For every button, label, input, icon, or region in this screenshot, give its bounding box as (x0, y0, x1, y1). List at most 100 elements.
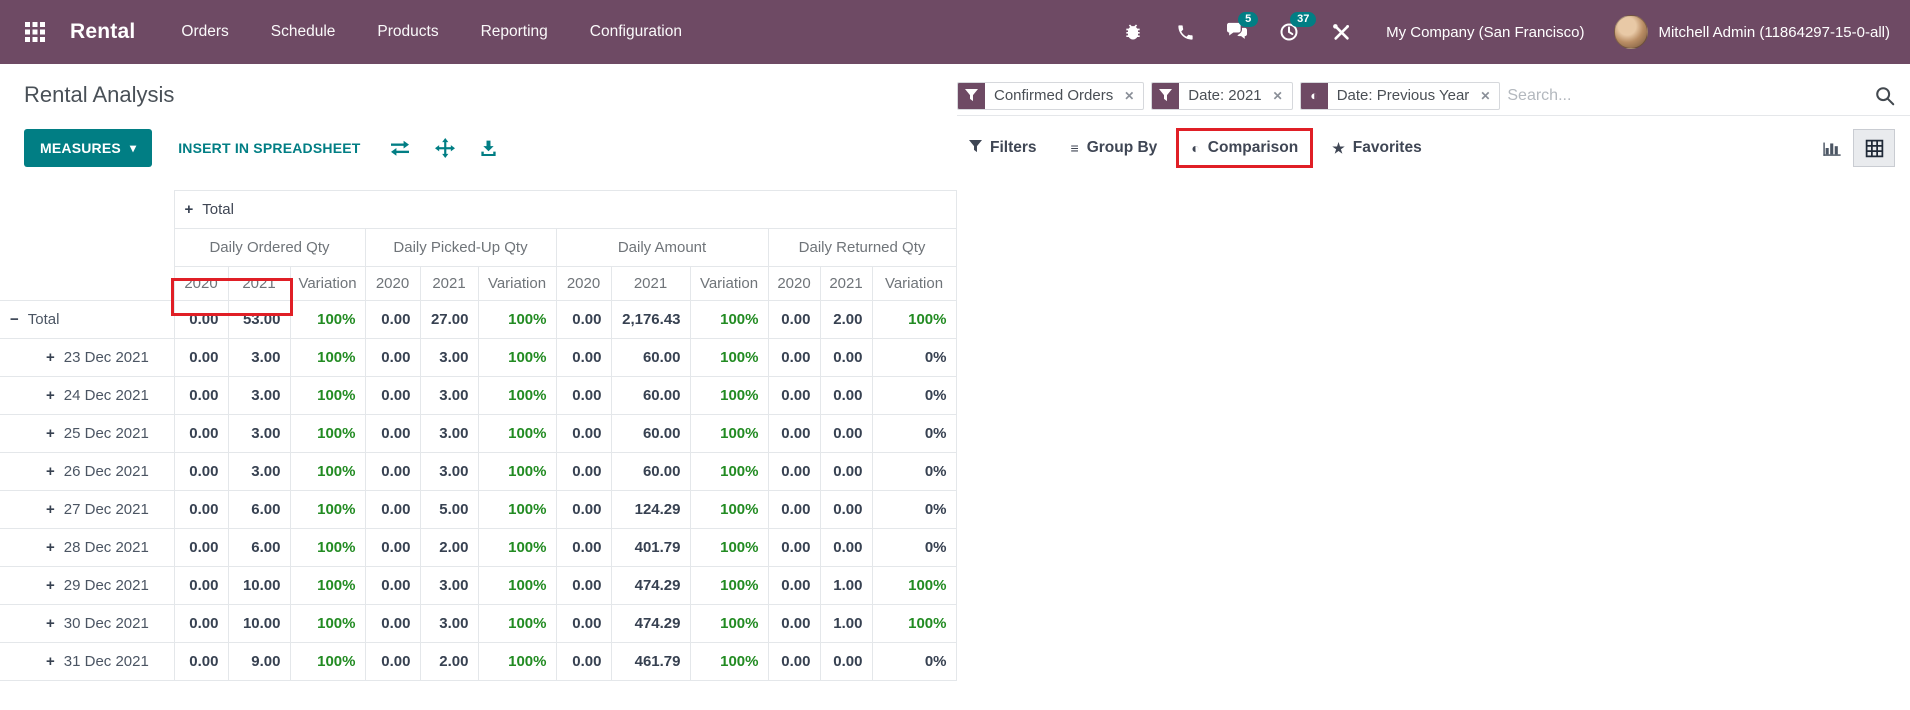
pivot-variation-cell[interactable]: 100% (290, 643, 365, 681)
pivot-value-cell[interactable]: 0.00 (174, 415, 228, 453)
pivot-value-cell[interactable]: 0.00 (365, 567, 420, 605)
pivot-variation-cell[interactable]: 100% (290, 567, 365, 605)
search-bar[interactable]: Confirmed Orders✕Date: 2021✕ ◐Date: Previ… (957, 76, 1910, 116)
pivot-value-cell[interactable]: 6.00 (228, 529, 290, 567)
pivot-variation-cell[interactable]: 0% (872, 529, 956, 567)
pivot-value-cell[interactable]: 3.00 (420, 415, 478, 453)
pivot-variation-cell[interactable]: 100% (690, 415, 768, 453)
pivot-measure-header-daily-returned-qty[interactable]: Daily Returned Qty (768, 229, 956, 267)
pivot-subcol-header-2020[interactable]: 2020 (174, 267, 228, 301)
pivot-variation-cell[interactable]: 100% (290, 415, 365, 453)
pivot-subcol-header-2020[interactable]: 2020 (768, 267, 820, 301)
pivot-value-cell[interactable]: 0.00 (365, 453, 420, 491)
pivot-variation-cell[interactable]: 100% (478, 301, 556, 339)
search-facet-date-previous-year[interactable]: ◐Date: Previous Year✕ (1300, 82, 1501, 110)
pivot-value-cell[interactable]: 9.00 (228, 643, 290, 681)
pivot-value-cell[interactable]: 0.00 (174, 453, 228, 491)
pivot-variation-cell[interactable]: 100% (290, 529, 365, 567)
nav-item-schedule[interactable]: Schedule (271, 23, 336, 41)
pivot-value-cell[interactable]: 0.00 (174, 567, 228, 605)
pivot-value-cell[interactable]: 0.00 (365, 339, 420, 377)
pivot-value-cell[interactable]: 0.00 (820, 643, 872, 681)
pivot-value-cell[interactable]: 0.00 (768, 605, 820, 643)
pivot-measure-header-daily-picked-up-qty[interactable]: Daily Picked-Up Qty (365, 229, 556, 267)
facet-remove-icon[interactable]: ✕ (1271, 83, 1292, 109)
insert-in-spreadsheet-button[interactable]: INSERT IN SPREADSHEET (178, 140, 360, 156)
pivot-view-button[interactable] (1853, 129, 1895, 167)
pivot-value-cell[interactable]: 0.00 (556, 377, 611, 415)
menu-favorites[interactable]: ★Favorites (1320, 132, 1433, 164)
pivot-variation-cell[interactable]: 100% (290, 301, 365, 339)
pivot-value-cell[interactable]: 0.00 (556, 567, 611, 605)
pivot-variation-cell[interactable]: 100% (690, 491, 768, 529)
pivot-value-cell[interactable]: 0.00 (556, 415, 611, 453)
nav-item-orders[interactable]: Orders (181, 23, 228, 41)
pivot-variation-cell[interactable]: 100% (290, 491, 365, 529)
pivot-value-cell[interactable]: 0.00 (556, 453, 611, 491)
pivot-subcol-header-2021[interactable]: 2021 (820, 267, 872, 301)
pivot-value-cell[interactable]: 3.00 (420, 453, 478, 491)
search-facet-confirmed-orders[interactable]: Confirmed Orders✕ (957, 82, 1144, 110)
facet-remove-icon[interactable]: ✕ (1478, 83, 1499, 109)
pivot-value-cell[interactable]: 0.00 (365, 377, 420, 415)
pivot-value-cell[interactable]: 0.00 (768, 415, 820, 453)
pivot-row-header[interactable]: +25 Dec 2021 (0, 415, 174, 453)
pivot-measure-header-daily-ordered-qty[interactable]: Daily Ordered Qty (174, 229, 365, 267)
pivot-variation-cell[interactable]: 100% (290, 339, 365, 377)
apps-grid-icon[interactable] (24, 19, 50, 45)
pivot-variation-cell[interactable]: 100% (478, 339, 556, 377)
pivot-row-header[interactable]: +30 Dec 2021 (0, 605, 174, 643)
pivot-variation-cell[interactable]: 100% (690, 453, 768, 491)
pivot-value-cell[interactable]: 53.00 (228, 301, 290, 339)
pivot-value-cell[interactable]: 0.00 (820, 377, 872, 415)
pivot-row-header[interactable]: +28 Dec 2021 (0, 529, 174, 567)
pivot-value-cell[interactable]: 0.00 (556, 301, 611, 339)
pivot-variation-cell[interactable]: 0% (872, 415, 956, 453)
pivot-value-cell[interactable]: 0.00 (768, 529, 820, 567)
pivot-row-header[interactable]: +24 Dec 2021 (0, 377, 174, 415)
pivot-value-cell[interactable]: 0.00 (768, 567, 820, 605)
download-icon[interactable] (479, 139, 498, 158)
flip-axis-icon[interactable] (389, 139, 411, 157)
pivot-variation-cell[interactable]: 100% (872, 567, 956, 605)
search-facet-date-2021[interactable]: Date: 2021✕ (1151, 82, 1292, 110)
pivot-value-cell[interactable]: 0.00 (820, 529, 872, 567)
pivot-variation-cell[interactable]: 100% (872, 605, 956, 643)
pivot-variation-cell[interactable]: 0% (872, 491, 956, 529)
pivot-value-cell[interactable]: 60.00 (611, 453, 690, 491)
pivot-value-cell[interactable]: 60.00 (611, 377, 690, 415)
pivot-value-cell[interactable]: 60.00 (611, 415, 690, 453)
nav-item-products[interactable]: Products (377, 23, 438, 41)
pivot-value-cell[interactable]: 0.00 (768, 491, 820, 529)
pivot-value-cell[interactable]: 0.00 (365, 301, 420, 339)
pivot-value-cell[interactable]: 0.00 (365, 605, 420, 643)
pivot-value-cell[interactable]: 124.29 (611, 491, 690, 529)
pivot-subcol-header-2021[interactable]: 2021 (228, 267, 290, 301)
pivot-value-cell[interactable]: 3.00 (420, 567, 478, 605)
pivot-value-cell[interactable]: 401.79 (611, 529, 690, 567)
menu-group-by[interactable]: ≡Group By (1059, 132, 1170, 164)
pivot-variation-cell[interactable]: 100% (478, 453, 556, 491)
pivot-value-cell[interactable]: 2.00 (820, 301, 872, 339)
pivot-variation-cell[interactable]: 100% (478, 567, 556, 605)
pivot-variation-cell[interactable]: 100% (478, 415, 556, 453)
pivot-value-cell[interactable]: 0.00 (768, 453, 820, 491)
pivot-variation-cell[interactable]: 100% (690, 301, 768, 339)
pivot-variation-cell[interactable]: 100% (690, 643, 768, 681)
pivot-value-cell[interactable]: 3.00 (420, 377, 478, 415)
pivot-value-cell[interactable]: 27.00 (420, 301, 478, 339)
company-switcher[interactable]: My Company (San Francisco) (1386, 24, 1584, 41)
pivot-value-cell[interactable]: 474.29 (611, 605, 690, 643)
pivot-value-cell[interactable]: 6.00 (228, 491, 290, 529)
pivot-row-header[interactable]: +26 Dec 2021 (0, 453, 174, 491)
search-input[interactable] (1507, 87, 1874, 105)
app-brand[interactable]: Rental (70, 20, 135, 44)
pivot-value-cell[interactable]: 0.00 (365, 491, 420, 529)
pivot-value-cell[interactable]: 0.00 (174, 301, 228, 339)
pivot-value-cell[interactable]: 0.00 (174, 377, 228, 415)
menu-filters[interactable]: Filters (957, 132, 1049, 164)
facet-remove-icon[interactable]: ✕ (1122, 83, 1143, 109)
nav-item-reporting[interactable]: Reporting (481, 23, 548, 41)
pivot-variation-cell[interactable]: 100% (690, 529, 768, 567)
pivot-value-cell[interactable]: 3.00 (228, 377, 290, 415)
